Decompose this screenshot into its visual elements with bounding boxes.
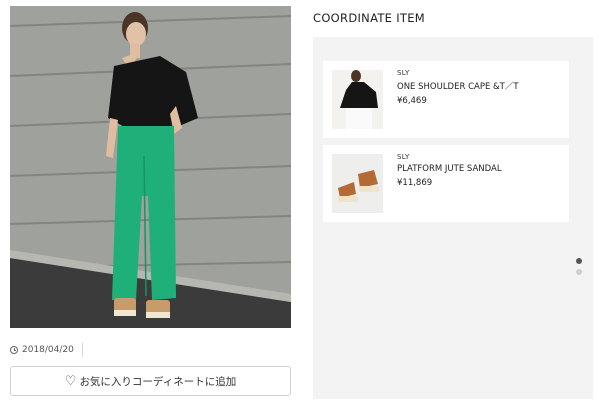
pager-dot-active[interactable]: [576, 258, 582, 264]
item-thumbnail[interactable]: [332, 154, 383, 213]
item-brand: SLY: [397, 153, 410, 161]
item-brand: SLY: [397, 69, 410, 77]
heart-icon: ♡: [64, 373, 77, 389]
post-date: 2018/04/20: [10, 343, 83, 357]
brown-platform-sandal-icon: [332, 154, 383, 213]
add-favorite-label: お気に入りコーディネートに追加: [79, 375, 237, 388]
outfit-photo: [10, 6, 291, 328]
item-thumbnail[interactable]: [332, 70, 383, 129]
clock-icon: [10, 346, 18, 354]
item-price: ¥6,469: [397, 96, 427, 106]
carousel-pager: [576, 258, 582, 275]
coordinate-item-card[interactable]: SLY ONE SHOULDER CAPE &T／T ¥6,469: [323, 61, 569, 138]
coordinate-item-list: SLY ONE SHOULDER CAPE &T／T ¥6,469 SLY PL…: [313, 37, 593, 399]
post-date-text: 2018/04/20: [22, 345, 74, 355]
pager-dot[interactable]: [576, 269, 582, 275]
coordinate-item-card[interactable]: SLY PLATFORM JUTE SANDAL ¥11,869: [323, 145, 569, 222]
black-one-shoulder-top-icon: [332, 70, 383, 129]
coordinate-item-heading: COORDINATE ITEM: [313, 11, 425, 25]
add-favorite-button[interactable]: ♡ お気に入りコーディネートに追加: [10, 366, 291, 396]
item-price: ¥11,869: [397, 178, 433, 188]
item-name[interactable]: PLATFORM JUTE SANDAL: [397, 164, 502, 174]
outfit-photo-illustration: [10, 6, 291, 328]
item-name[interactable]: ONE SHOULDER CAPE &T／T: [397, 80, 519, 92]
